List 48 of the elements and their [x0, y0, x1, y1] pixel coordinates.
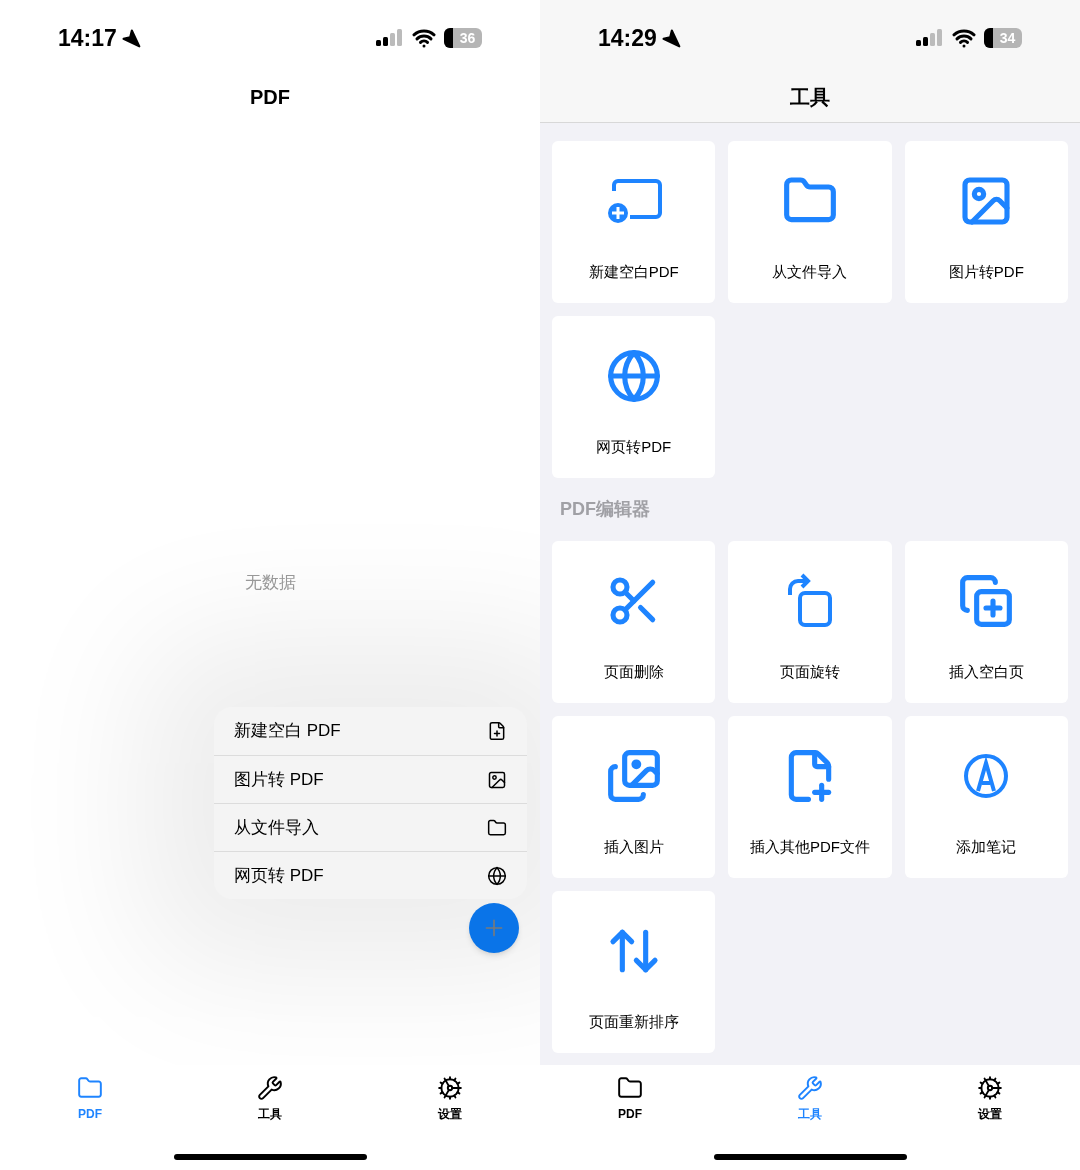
- menu-item[interactable]: 从文件导入: [214, 803, 527, 851]
- wrench-icon: [257, 1075, 283, 1101]
- status-time: 14:29: [598, 23, 657, 53]
- tool-card[interactable]: 新建空白PDF: [552, 141, 716, 303]
- signal-icon: [376, 28, 404, 48]
- tool-card[interactable]: 从文件导入: [728, 141, 892, 303]
- gear-icon: [977, 1075, 1003, 1101]
- location-icon: [120, 28, 141, 48]
- tab-bar-item[interactable]: PDF: [0, 1075, 180, 1123]
- battery-indicator: 36: [444, 28, 482, 48]
- menu-item[interactable]: 图片转 PDF: [214, 755, 527, 803]
- globe-icon: [487, 865, 507, 886]
- tool-card[interactable]: 插入其他PDF文件: [728, 716, 892, 878]
- folder-icon: [617, 1075, 643, 1101]
- battery-indicator: 34: [984, 28, 1022, 48]
- add-button[interactable]: [469, 903, 519, 953]
- tab-bar-item[interactable]: 设置: [360, 1075, 540, 1123]
- copy-plus-icon: [958, 573, 1015, 629]
- tab-bar-item[interactable]: 工具: [180, 1075, 360, 1123]
- pen-icon: [963, 753, 1010, 799]
- folder-icon: [487, 817, 507, 838]
- tool-card[interactable]: 网页转PDF: [552, 316, 716, 478]
- screen-title: 工具: [790, 85, 830, 110]
- folder-icon: [77, 1075, 103, 1101]
- section-heading: PDF编辑器: [559, 498, 651, 521]
- tab-bar-item[interactable]: 工具: [720, 1075, 900, 1123]
- tab-bar-item[interactable]: PDF: [540, 1075, 720, 1123]
- menu-item[interactable]: 网页转 PDF: [214, 851, 527, 899]
- tool-card[interactable]: 页面旋转: [728, 541, 892, 703]
- tool-card[interactable]: 插入空白页: [904, 541, 1068, 703]
- images-icon: [605, 748, 662, 804]
- tool-card[interactable]: 添加笔记: [904, 716, 1068, 878]
- tab-bar-item[interactable]: 设置: [900, 1075, 1080, 1123]
- tool-card[interactable]: 图片转PDF: [904, 141, 1068, 303]
- signal-icon: [916, 28, 944, 48]
- screen-title: PDF: [250, 85, 290, 110]
- location-icon: [660, 28, 681, 48]
- wrench-icon: [797, 1075, 823, 1101]
- empty-state-text: 无数据: [244, 571, 296, 594]
- tool-card[interactable]: 插入图片: [552, 716, 716, 878]
- menu-item[interactable]: 新建空白 PDF: [214, 707, 527, 755]
- image-icon: [487, 769, 507, 790]
- status-time: 14:17: [58, 23, 117, 53]
- file-plus-icon: [487, 721, 507, 741]
- gear-icon: [437, 1075, 463, 1101]
- tool-card[interactable]: 页面删除: [552, 541, 716, 703]
- tool-card[interactable]: 页面重新排序: [552, 891, 716, 1053]
- globe-icon: [605, 348, 662, 404]
